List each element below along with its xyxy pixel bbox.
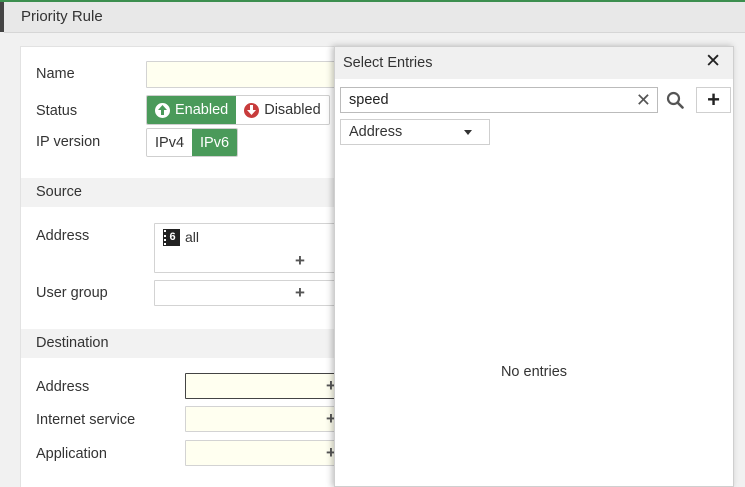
search-input[interactable] xyxy=(349,92,629,108)
arrow-up-circle-icon xyxy=(155,102,170,118)
ip-version-toggle: IPv4 IPv6 xyxy=(146,128,239,157)
add-source-address-button[interactable]: + xyxy=(295,252,305,269)
search-button[interactable] xyxy=(658,87,691,113)
application-label: Application xyxy=(36,446,107,462)
page-title: Priority Rule xyxy=(21,8,103,25)
name-input[interactable] xyxy=(146,61,351,88)
name-label: Name xyxy=(36,66,75,82)
user-group-field[interactable]: + xyxy=(154,280,351,306)
add-user-group-button[interactable]: + xyxy=(295,284,305,301)
close-icon[interactable]: ✕ xyxy=(705,52,721,72)
entry-type-dropdown[interactable]: Address xyxy=(340,119,490,145)
select-entries-panel: Select Entries ✕ ✕ + Address No entries xyxy=(334,46,734,487)
ipv6-address-icon: 6 xyxy=(163,228,180,246)
internet-service-label: Internet service xyxy=(36,412,136,428)
source-section-title: Source xyxy=(36,184,82,200)
destination-section-header: Destination xyxy=(21,329,349,358)
destination-address-field[interactable]: + xyxy=(185,373,351,399)
status-label: Status xyxy=(36,103,78,119)
create-entry-button[interactable]: + xyxy=(696,87,731,113)
user-group-label: User group xyxy=(36,285,108,301)
clear-search-icon[interactable]: ✕ xyxy=(636,90,651,111)
ipv4-option[interactable]: IPv4 xyxy=(147,129,193,156)
status-enabled-label: Enabled xyxy=(175,102,229,118)
panel-header: Select Entries ✕ xyxy=(335,47,733,79)
source-section-header: Source xyxy=(21,178,349,207)
status-disabled-label: Disabled xyxy=(264,102,321,118)
priority-rule-form: Name Status Enabled Disabled IP version … xyxy=(20,46,351,487)
search-icon xyxy=(666,91,684,109)
ip-version-label: IP version xyxy=(36,134,101,150)
status-toggle: Enabled Disabled xyxy=(146,95,330,125)
status-enabled-option[interactable]: Enabled xyxy=(147,96,237,124)
ipv4-label: IPv4 xyxy=(155,134,185,151)
destination-address-label: Address xyxy=(36,379,90,395)
source-address-label: Address xyxy=(36,228,90,244)
entry-type-value: Address xyxy=(349,124,403,140)
search-box: ✕ xyxy=(340,87,658,113)
caret-down-icon xyxy=(464,130,472,135)
ipv6-label: IPv6 xyxy=(200,134,230,151)
destination-section-title: Destination xyxy=(36,335,109,351)
panel-title: Select Entries xyxy=(343,55,433,71)
status-disabled-option[interactable]: Disabled xyxy=(236,96,329,124)
empty-state-message: No entries xyxy=(500,364,568,380)
address-chip-label: all xyxy=(185,229,200,245)
arrow-down-circle-icon xyxy=(244,102,260,118)
application-field[interactable]: + xyxy=(185,440,351,466)
header-bar: Priority Rule xyxy=(4,2,745,33)
ipv6-option[interactable]: IPv6 xyxy=(192,129,238,156)
source-address-field[interactable]: 6 all + xyxy=(154,223,351,273)
internet-service-field[interactable]: + xyxy=(185,406,351,432)
address-chip-all[interactable]: 6 all xyxy=(163,228,200,246)
